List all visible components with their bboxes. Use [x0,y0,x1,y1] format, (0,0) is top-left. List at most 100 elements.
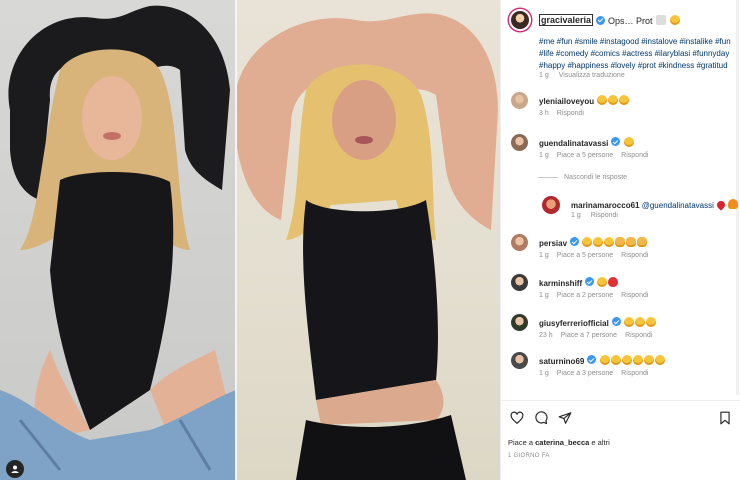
reply-mention[interactable]: @guendalinatavassi [642,201,714,210]
comment-reply-button[interactable]: Rispondi [621,152,648,159]
comment-avatar[interactable] [511,92,528,109]
comment-avatar[interactable] [511,314,528,331]
like-heart-icon[interactable] [510,411,524,425]
caption-hashtags[interactable]: #me #fun #smile #instagood #instalove #i… [539,36,739,72]
comment-username[interactable]: saturnino69 [539,357,584,366]
comment-username[interactable]: karminshiff [539,279,582,288]
photo-left-panel [0,0,236,480]
laughing-emoji [604,237,615,247]
comment-likes[interactable]: Piace a 7 persone [561,332,617,339]
laughing-emoji [599,355,610,365]
comment-likes[interactable]: Piace a 3 persone [557,370,613,377]
comment-time: 1 g [539,370,549,377]
reply-avatar[interactable] [542,196,560,214]
action-icons [510,411,572,425]
comment-line: persiav [539,237,648,248]
comment-reply-button[interactable]: Rispondi [621,292,648,299]
owner-username[interactable]: gracivaleria [539,14,594,26]
comment-avatar[interactable] [511,352,528,369]
comment-meta: 1 g Piace a 5 persone Rispondi [539,152,656,159]
laughing-emoji [654,355,665,365]
comment-line: saturnino69 [539,355,665,366]
comment-reply-button[interactable]: Rispondi [557,110,584,117]
heart-emoji [608,277,619,287]
comment-item: saturnino69 1 g Piace a 3 persone Rispondi [508,352,740,388]
comment-item: karminshiff 1 g Piace a 2 persone Rispondi [508,274,740,310]
laughing-emoji [635,317,646,327]
comment-avatar[interactable] [511,274,528,291]
verified-icon [596,15,606,25]
reply-username[interactable]: marinamarocco61 [571,201,639,210]
person-icon [11,465,19,473]
post-actions: Piace a caterina_becca e altri 1 GIORNO … [500,400,740,480]
owner-avatar[interactable] [509,9,531,31]
laughing-emoji [597,277,608,287]
fire-emoji [728,199,739,209]
clap-emoji [637,237,648,247]
caption-time: 1 g [539,72,549,79]
laughing-emoji [608,95,619,105]
laughing-emoji [610,355,621,365]
comment-meta: 1 g Piace a 2 persone Rispondi [539,292,656,299]
comment-item: giusyferreriofficial 23 h Piace a 7 perso… [508,314,740,350]
comment-item: persiav 1 g Piace a 5 persone Rispondi [508,234,740,270]
comment-reply-button[interactable]: Rispondi [621,252,648,259]
comment-item: guendalinatavassi 1 g Piace a 5 persone Ri… [508,134,740,170]
comment-time: 23 h [539,332,553,339]
laughing-emoji [621,355,632,365]
comment-reply-button[interactable]: Rispondi [625,332,652,339]
comment-time: 3 h [539,110,549,117]
share-icon[interactable] [558,411,572,425]
reply-time: 1 g [571,212,581,219]
comment-reply-button[interactable]: Rispondi [621,370,648,377]
reply-meta: 1 g Rispondi [571,212,626,219]
verified-icon [611,317,621,326]
photo-divider [235,0,237,480]
comment-line: giusyferreriofficial [539,317,657,328]
comment-username[interactable]: yleniailoveyou [539,97,594,106]
bookmark-icon[interactable] [718,411,732,425]
verified-icon [585,277,595,286]
laughing-emoji [593,237,604,247]
comment-time: 1 g [539,252,549,259]
hide-replies-label: Nascondi le risposte [564,174,628,181]
hide-replies-toggle[interactable]: Nascondi le risposte [538,174,627,181]
comment-line: guendalinatavassi [539,137,634,148]
comment-item: yleniailoveyou 3 h Rispondi [508,92,740,128]
laughing-emoji [646,317,657,327]
comment-avatar[interactable] [511,234,528,251]
comment-likes[interactable]: Piace a 5 persone [557,152,613,159]
comment-avatar[interactable] [511,134,528,151]
reply-reply-button[interactable]: Rispondi [591,212,618,219]
photo-right-figure [236,13,498,480]
laughing-emoji [597,95,608,105]
comment-likes[interactable]: Piace a 5 persone [557,252,613,259]
verified-icon [611,137,621,146]
comment-line: karminshiff [539,277,619,288]
comment-likes[interactable]: Piace a 2 persone [557,292,613,299]
grin-emoji [669,14,680,25]
photo-left-figure [0,5,236,480]
tagged-user-icon[interactable] [6,460,24,478]
clap-emoji [615,237,626,247]
reply-toggle-line [538,177,558,178]
post-header: gracivaleria Ops… Prot [501,6,740,34]
comment-meta: 23 h Piace a 7 persone Rispondi [539,332,660,339]
caption-preview: Ops… Prot [608,14,680,26]
comment-meta: 1 g Piace a 5 persone Rispondi [539,252,656,259]
comment-meta: 3 h Rispondi [539,110,592,117]
laughing-emoji [643,355,654,365]
laughing-emoji [619,95,630,105]
speaker-emoji [656,14,667,25]
comment-time: 1 g [539,152,549,159]
reply-line: marinamarocco61 @guendalinatavassi [571,199,739,211]
comment-username[interactable]: persiav [539,239,567,248]
comment-icon[interactable] [534,411,548,425]
likes-user[interactable]: caterina_becca [535,438,589,447]
post-photo[interactable] [0,0,500,480]
translate-link[interactable]: Visualizza traduzione [559,72,625,79]
comment-username[interactable]: giusyferreriofficial [539,319,609,328]
comment-username[interactable]: guendalinatavassi [539,139,608,148]
laughing-emoji [582,237,593,247]
likes-summary[interactable]: Piace a caterina_becca e altri [508,438,610,447]
